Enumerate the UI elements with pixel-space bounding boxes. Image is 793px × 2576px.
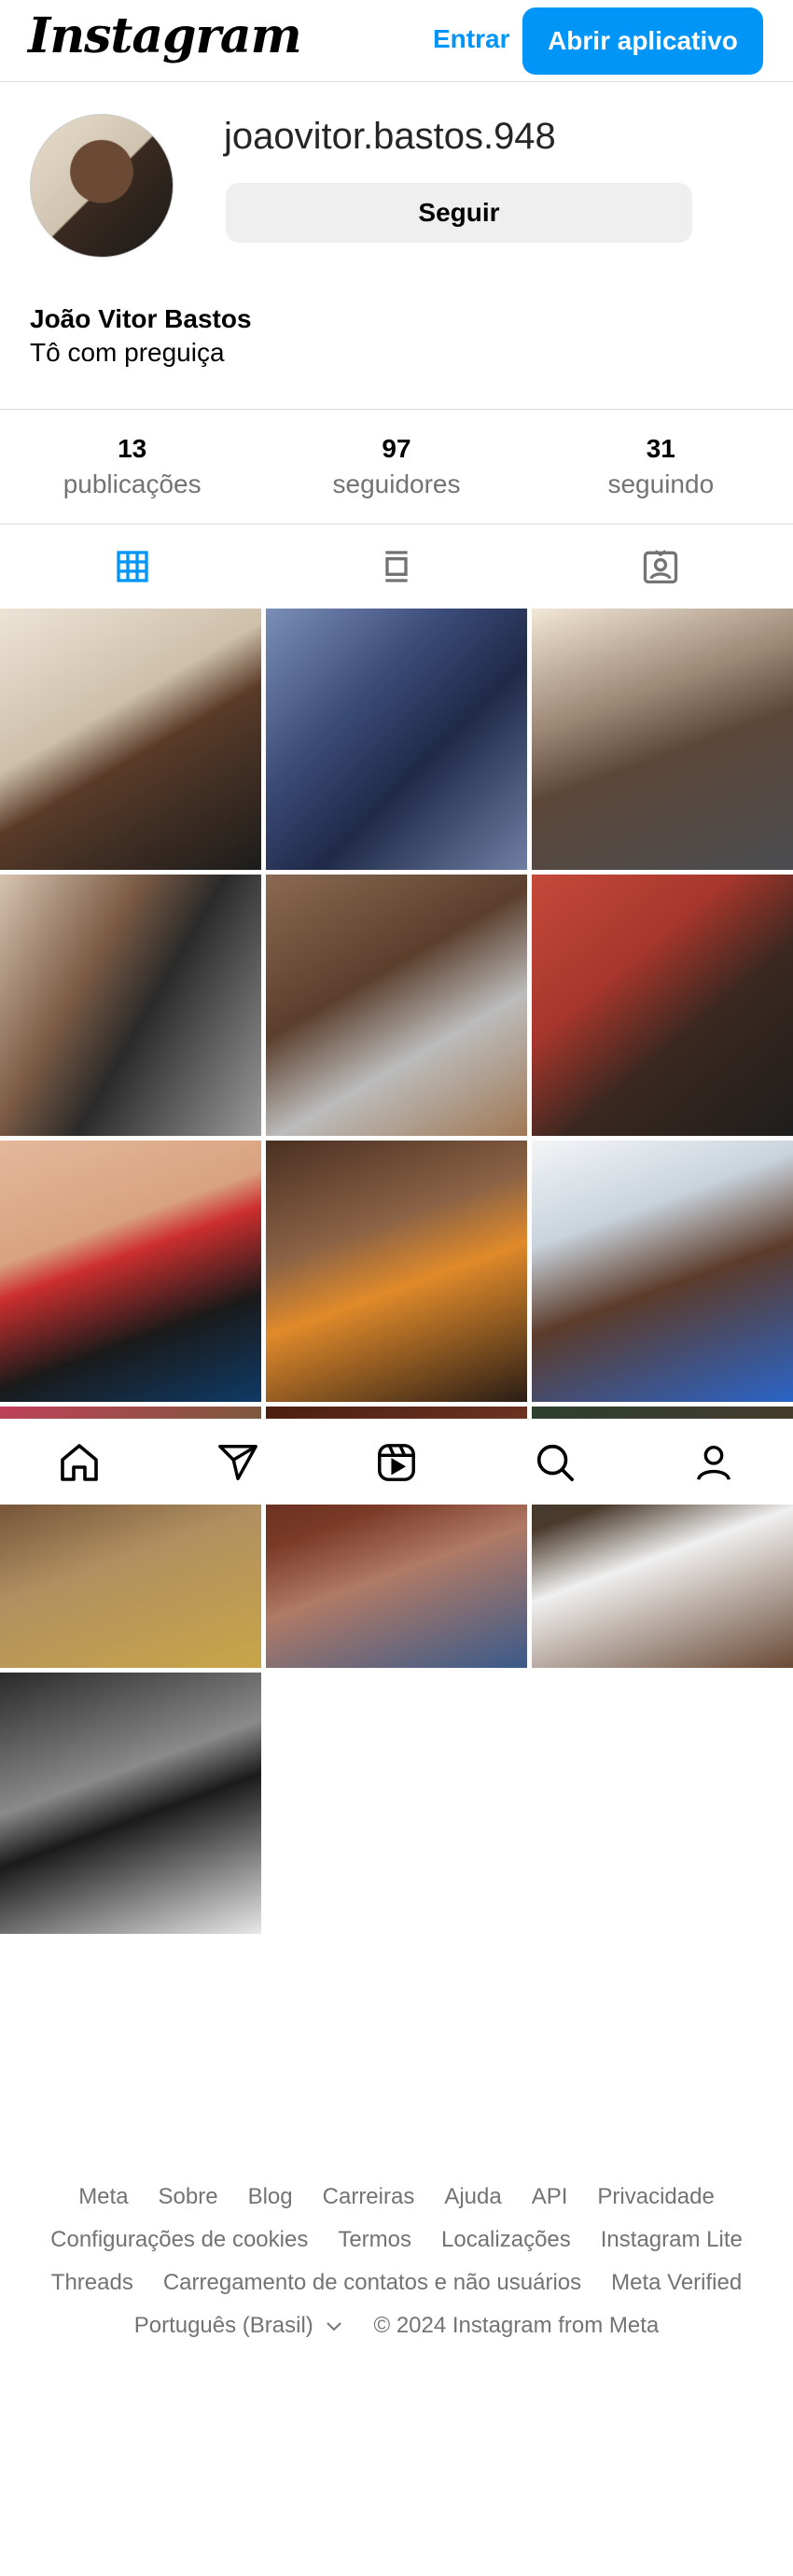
nav-profile[interactable] bbox=[672, 1420, 756, 1505]
language-label: Português (Brasil) bbox=[133, 2313, 313, 2338]
copyright: © 2024 Instagram from Meta bbox=[373, 2313, 660, 2338]
footer-link[interactable]: Termos bbox=[338, 2227, 411, 2253]
profile-bio: Tô com preguiça bbox=[30, 338, 225, 367]
footer-link[interactable]: Blog bbox=[248, 2184, 293, 2210]
footer-link[interactable]: Ajuda bbox=[444, 2184, 501, 2210]
post-thumbnail[interactable] bbox=[532, 875, 793, 1136]
stat-following[interactable]: 31 seguindo bbox=[529, 410, 793, 524]
search-icon bbox=[536, 1444, 575, 1481]
post-thumbnail[interactable] bbox=[0, 1673, 261, 1934]
tagged-icon bbox=[644, 550, 678, 584]
post-thumbnail[interactable] bbox=[532, 609, 793, 870]
follow-button[interactable]: Seguir bbox=[226, 183, 692, 243]
nav-search[interactable] bbox=[513, 1420, 597, 1505]
direct-send-icon bbox=[218, 1444, 257, 1480]
footer-link[interactable]: Configurações de cookies bbox=[50, 2227, 308, 2253]
home-icon bbox=[61, 1443, 98, 1481]
stat-posts: 13 publicações bbox=[0, 410, 264, 524]
post-thumbnail[interactable] bbox=[266, 609, 527, 870]
footer-link[interactable]: Sobre bbox=[159, 2184, 218, 2210]
footer-link[interactable]: Meta Verified bbox=[611, 2270, 742, 2296]
stat-label: publicações bbox=[63, 469, 202, 498]
stat-label: seguindo bbox=[607, 469, 715, 498]
footer-link[interactable]: Instagram Lite bbox=[601, 2227, 743, 2253]
instagram-logo[interactable]: Instagram bbox=[28, 7, 302, 64]
stat-value: 31 bbox=[646, 434, 675, 463]
footer-link[interactable]: Carreiras bbox=[323, 2184, 415, 2210]
post-thumbnail[interactable] bbox=[0, 609, 261, 870]
tab-tagged[interactable] bbox=[529, 525, 793, 609]
footer-links-row: Meta Sobre Blog Carreiras Ajuda API Priv… bbox=[0, 2184, 793, 2210]
post-thumbnail[interactable] bbox=[532, 1141, 793, 1402]
nav-direct[interactable] bbox=[196, 1420, 280, 1505]
nav-home[interactable] bbox=[37, 1420, 121, 1505]
profile-full-name: João Vitor Bastos bbox=[30, 304, 252, 333]
open-app-button[interactable]: Abrir aplicativo bbox=[522, 7, 763, 75]
footer: Meta Sobre Blog Carreiras Ajuda API Priv… bbox=[0, 2184, 793, 2356]
footer-links-row: Configurações de cookies Termos Localiza… bbox=[0, 2227, 793, 2253]
footer-link[interactable]: Meta bbox=[78, 2184, 128, 2210]
profile-tabs bbox=[0, 525, 793, 609]
tab-posts-grid[interactable] bbox=[0, 525, 264, 609]
tab-feed[interactable] bbox=[264, 525, 528, 609]
footer-link[interactable]: Carregamento de contatos e não usuários bbox=[163, 2270, 581, 2296]
profile-username: joaovitor.bastos.948 bbox=[224, 116, 556, 157]
reels-icon bbox=[378, 1443, 415, 1481]
footer-links-row: Threads Carregamento de contatos e não u… bbox=[0, 2270, 793, 2296]
post-thumbnail[interactable] bbox=[266, 1141, 527, 1402]
login-link[interactable]: Entrar bbox=[433, 24, 509, 54]
stat-followers[interactable]: 97 seguidores bbox=[264, 410, 528, 524]
top-header: Instagram Entrar Abrir aplicativo bbox=[0, 0, 793, 82]
post-thumbnail[interactable] bbox=[0, 1141, 261, 1402]
chevron-down-icon bbox=[327, 2321, 342, 2331]
footer-bottom-row: Português (Brasil) © 2024 Instagram from… bbox=[0, 2313, 793, 2339]
footer-link[interactable]: Privacidade bbox=[597, 2184, 714, 2210]
footer-link[interactable]: Threads bbox=[51, 2270, 133, 2296]
bottom-nav bbox=[0, 1419, 793, 1505]
post-thumbnail[interactable] bbox=[0, 875, 261, 1136]
stat-value: 13 bbox=[118, 434, 147, 463]
nav-reels[interactable] bbox=[355, 1420, 438, 1505]
stat-label: seguidores bbox=[332, 469, 461, 498]
feed-icon bbox=[385, 551, 408, 582]
footer-link[interactable]: API bbox=[532, 2184, 568, 2210]
footer-link[interactable]: Localizações bbox=[441, 2227, 571, 2253]
post-thumbnail[interactable] bbox=[266, 875, 527, 1136]
grid-icon bbox=[116, 551, 148, 582]
avatar[interactable] bbox=[30, 114, 174, 258]
language-selector[interactable]: Português (Brasil) bbox=[134, 2313, 344, 2339]
profile-icon bbox=[697, 1445, 730, 1480]
stat-value: 97 bbox=[382, 434, 411, 463]
profile-stats: 13 publicações 97 seguidores 31 seguindo bbox=[0, 409, 793, 525]
